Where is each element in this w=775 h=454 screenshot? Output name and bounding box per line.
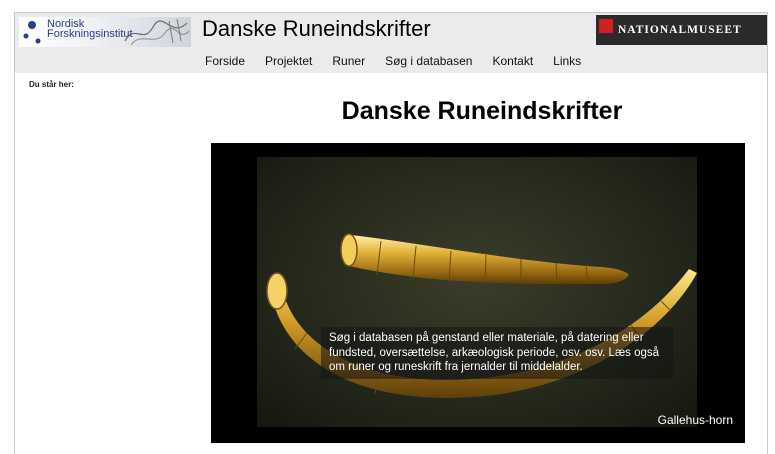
page-frame: Nordisk Forskningsinstitut Danske Runein…	[14, 12, 768, 454]
nav-item-runer[interactable]: Runer	[332, 54, 365, 68]
upper-horn-mouth	[340, 233, 358, 267]
upper-horn	[345, 235, 629, 285]
golden-horns-illustration	[266, 233, 697, 398]
nav-item-search-database[interactable]: Søg i databasen	[385, 54, 472, 68]
nationalmuseet-logo-text: NATIONALMUSEET	[618, 24, 742, 36]
manuscript-decoration-icon	[124, 18, 190, 46]
hero-caption: Søg i databasen på genstand eller materi…	[321, 327, 673, 379]
nfi-logo-text: Nordisk Forskningsinstitut	[47, 19, 133, 40]
header-bar: Nordisk Forskningsinstitut Danske Runein…	[15, 13, 767, 73]
crown-icon	[599, 19, 613, 33]
nav-item-forside[interactable]: Forside	[205, 54, 245, 68]
hero-credit: Gallehus-horn	[657, 413, 733, 427]
hero-image[interactable]: Søg i databasen på genstand eller materi…	[211, 143, 745, 443]
nfi-dots-icon	[23, 21, 41, 44]
nfi-logo-line2: Forskningsinstitut	[47, 28, 133, 40]
breadcrumb: Du står her:	[29, 80, 74, 89]
lower-horn-mouth	[266, 272, 288, 310]
nationalmuseet-logo[interactable]: NATIONALMUSEET	[596, 15, 767, 45]
main-nav: Forside Projektet Runer Søg i databasen …	[205, 54, 601, 68]
nav-item-projektet[interactable]: Projektet	[265, 54, 312, 68]
site-title: Danske Runeindskrifter	[202, 16, 431, 41]
nordisk-forskningsinstitut-logo[interactable]: Nordisk Forskningsinstitut	[19, 17, 191, 47]
page-title: Danske Runeindskrifter	[341, 97, 623, 125]
nav-item-links[interactable]: Links	[553, 54, 581, 68]
nav-item-kontakt[interactable]: Kontakt	[492, 54, 533, 68]
